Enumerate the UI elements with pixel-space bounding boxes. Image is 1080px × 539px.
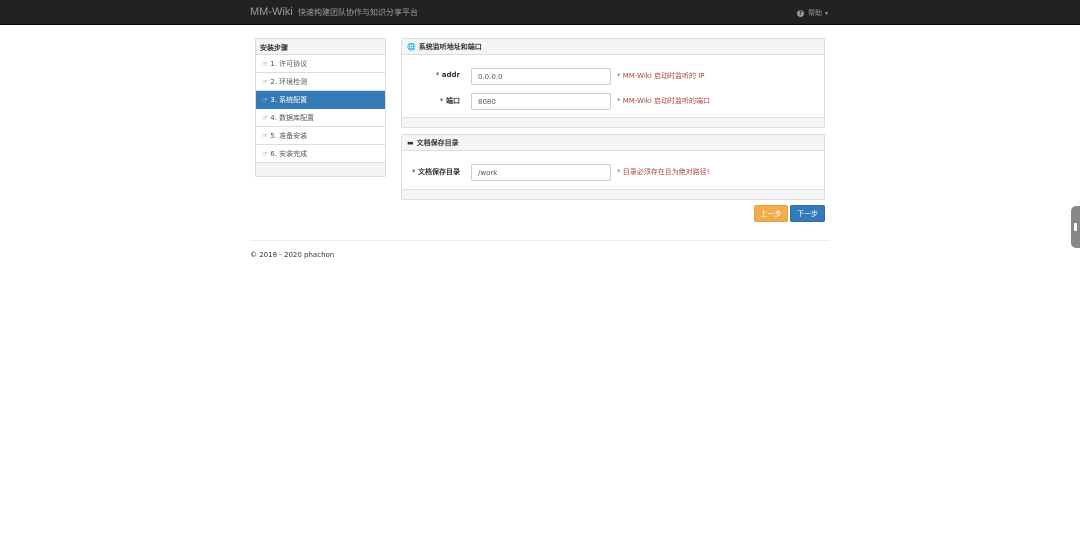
caret-down-icon: ▾ bbox=[825, 9, 829, 17]
step-item-2[interactable]: ☞ 2. 环境检测 bbox=[256, 73, 385, 91]
hand-right-icon: ☞ bbox=[262, 113, 269, 122]
top-navbar: MM-Wiki 快速构建团队协作与知识分享平台 ? 帮助 ▾ bbox=[0, 0, 1080, 25]
hand-right-icon: ☞ bbox=[262, 149, 269, 158]
footer-divider bbox=[250, 240, 830, 241]
hand-right-icon: ☞ bbox=[262, 131, 269, 140]
docs-panel-header: ▬ 文档保存目录 bbox=[402, 135, 824, 151]
step-label: 5. 准备安装 bbox=[270, 131, 308, 140]
step-item-6[interactable]: ☞ 6. 安装完成 bbox=[256, 145, 385, 163]
next-step-button[interactable]: 下一步 bbox=[790, 205, 825, 222]
step-label: 3. 系统配置 bbox=[270, 95, 308, 104]
port-label: * 端口 bbox=[439, 97, 460, 105]
listen-config-panel: 🌐 系统监听地址和端口 * addr * MM-Wiki 启动时监听的 IP *… bbox=[401, 38, 825, 128]
step-item-1[interactable]: ☞ 1. 许可协议 bbox=[256, 55, 385, 73]
hand-right-icon: ☞ bbox=[262, 59, 269, 68]
question-circle-icon: ? bbox=[797, 9, 804, 17]
port-input[interactable] bbox=[471, 93, 611, 110]
prev-step-button[interactable]: 上一步 bbox=[754, 205, 788, 222]
side-drawer-handle[interactable] bbox=[1071, 206, 1080, 248]
step-item-5[interactable]: ☞ 5. 准备安装 bbox=[256, 127, 385, 145]
addr-input[interactable] bbox=[471, 68, 611, 85]
install-steps-panel: 安装步骤 ☞ 1. 许可协议 ☞ 2. 环境检测 ☞ 3. 系统配置 ☞ 4. … bbox=[255, 38, 386, 177]
docs-dir-panel: ▬ 文档保存目录 * 文档保存目录 * 目录必须存在且为绝对路径! bbox=[401, 134, 825, 200]
footer-copyright: © 2018 - 2020 phachon bbox=[250, 251, 335, 259]
step-label: 4. 数据库配置 bbox=[270, 113, 315, 122]
docs-dir-hint: * 目录必须存在且为绝对路径! bbox=[617, 168, 710, 176]
step-label: 1. 许可协议 bbox=[270, 59, 308, 68]
docs-dir-input[interactable] bbox=[471, 164, 611, 181]
brand-logo[interactable]: MM-Wiki bbox=[250, 6, 293, 18]
listen-panel-title: 系统监听地址和端口 bbox=[418, 42, 482, 51]
docs-panel-footer bbox=[402, 189, 824, 199]
hand-right-icon: ☞ bbox=[262, 77, 269, 86]
step-label: 6. 安装完成 bbox=[270, 149, 308, 158]
globe-icon: 🌐 bbox=[407, 42, 416, 51]
docs-panel-title: 文档保存目录 bbox=[416, 138, 459, 147]
step-item-4[interactable]: ☞ 4. 数据库配置 bbox=[256, 109, 385, 127]
folder-icon: ▬ bbox=[407, 138, 414, 147]
install-steps-title: 安装步骤 bbox=[256, 39, 385, 55]
port-hint: * MM-Wiki 启动时监听的端口 bbox=[617, 97, 710, 105]
step-item-3[interactable]: ☞ 3. 系统配置 bbox=[256, 91, 385, 109]
docs-dir-label: * 文档保存目录 bbox=[411, 168, 460, 176]
step-label: 2. 环境检测 bbox=[270, 77, 308, 86]
help-menu[interactable]: ? 帮助 ▾ bbox=[797, 8, 828, 18]
addr-hint: * MM-Wiki 启动时监听的 IP bbox=[617, 72, 705, 80]
brand-subtitle: 快速构建团队协作与知识分享平台 bbox=[298, 8, 418, 17]
addr-label: * addr bbox=[435, 71, 460, 79]
listen-panel-footer bbox=[402, 117, 824, 127]
hand-right-icon: ☞ bbox=[262, 95, 269, 104]
help-label: 帮助 bbox=[808, 9, 822, 17]
listen-panel-header: 🌐 系统监听地址和端口 bbox=[402, 39, 824, 55]
